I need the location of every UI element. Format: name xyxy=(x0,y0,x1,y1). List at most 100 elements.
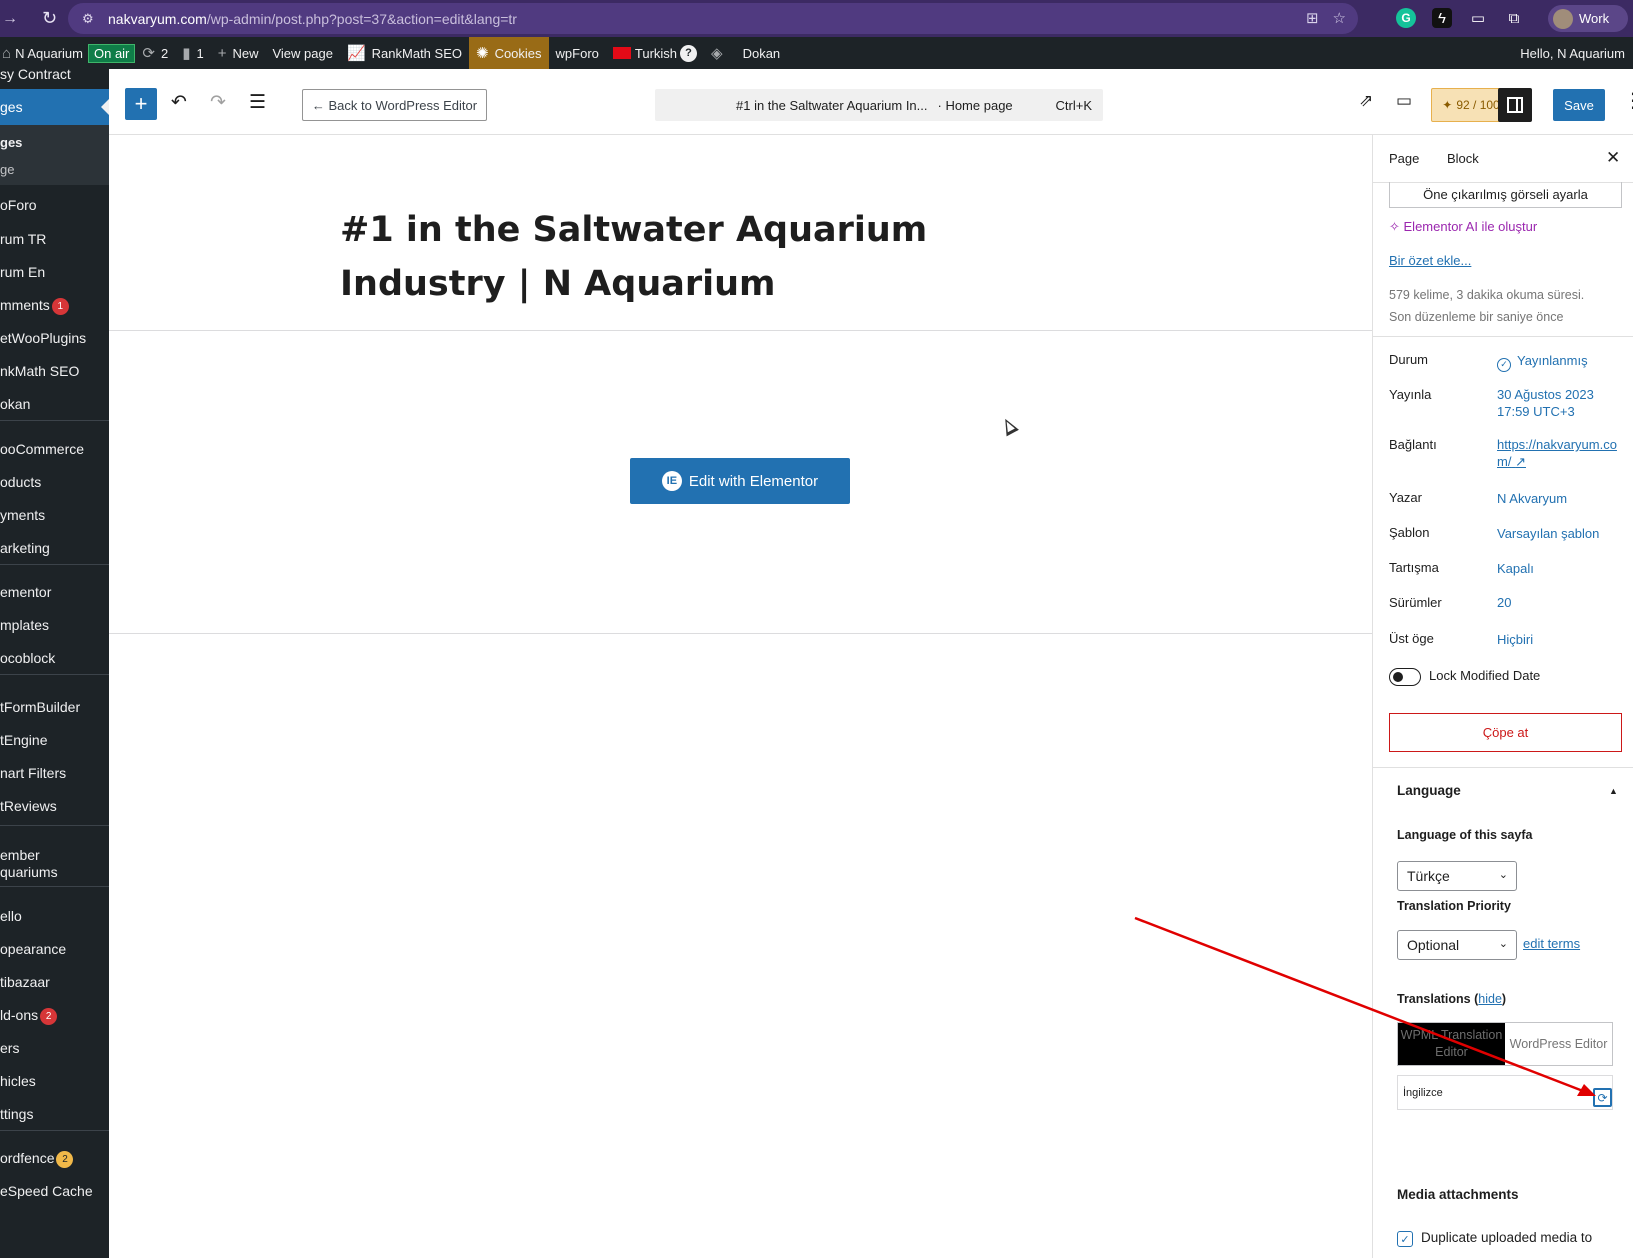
diamond-link[interactable]: ◈ xyxy=(704,37,736,69)
sidebar-sub-add-page[interactable]: ge xyxy=(0,162,109,177)
settings-toggle-button[interactable] xyxy=(1498,88,1532,122)
sidebar-item-payments[interactable]: yments xyxy=(0,507,109,523)
redo-icon[interactable]: ↷ xyxy=(210,91,226,114)
address-bar[interactable]: ⚙ nakvaryum.com/wp-admin/post.php?post=3… xyxy=(68,3,1358,34)
sidebar-item-woocommerce[interactable]: ooCommerce xyxy=(0,441,109,457)
sidebar-item-jetengine[interactable]: tEngine xyxy=(0,732,109,748)
external-link-icon[interactable]: ⇗ xyxy=(1359,91,1373,111)
revisions-value-button[interactable]: 20 xyxy=(1497,594,1511,611)
sidebar-item-jetreviews[interactable]: tReviews xyxy=(0,798,109,814)
sidebar-item-litespeed[interactable]: eSpeed Cache xyxy=(0,1183,109,1199)
document-bar[interactable]: #1 in the Saltwater Aquarium In... · Hom… xyxy=(655,89,1103,121)
tab-block[interactable]: Block xyxy=(1447,151,1479,166)
updates-link[interactable]: ⟳ 2 xyxy=(135,37,175,69)
sidebar-item-appearance[interactable]: opearance xyxy=(0,941,109,957)
block-inserter-button[interactable]: + xyxy=(125,88,157,120)
puzzle-icon[interactable]: ⧉ xyxy=(1504,8,1524,28)
undo-icon[interactable]: ↶ xyxy=(171,91,187,114)
wp-editor-label: WordPress Editor xyxy=(1509,1036,1608,1051)
edit-with-elementor-button[interactable]: IE Edit with Elementor xyxy=(630,458,850,504)
bolt-extension-icon[interactable]: ϟ xyxy=(1432,8,1452,28)
publish-date-button[interactable]: 30 Ağustos 2023 17:59 UTC+3 xyxy=(1497,386,1594,420)
sidebar-item-jetformbuilder[interactable]: tFormBuilder xyxy=(0,699,109,715)
collapse-caret-icon[interactable]: ▲ xyxy=(1609,786,1618,796)
hide-translations-link[interactable]: hide xyxy=(1478,992,1502,1006)
set-featured-image-button[interactable]: Öne çıkarılmış görseli ayarla xyxy=(1389,182,1622,208)
elementor-ai-link[interactable]: ✧ Elementor AI ile oluştur xyxy=(1389,219,1537,235)
edit-translation-icon[interactable]: ⟳ xyxy=(1593,1088,1612,1107)
edit-terms-link[interactable]: edit terms xyxy=(1523,936,1580,951)
cookies-link[interactable]: ✺ Cookies xyxy=(468,37,549,69)
sidebar-item-users[interactable]: ers xyxy=(0,1040,109,1056)
sidebar-item-smart-filters[interactable]: nart Filters xyxy=(0,765,109,781)
view-page-link[interactable]: View page xyxy=(265,37,339,69)
tab-page[interactable]: Page xyxy=(1389,151,1419,166)
site-name-link[interactable]: ⌂ N Aquarium xyxy=(0,37,90,69)
grammarly-icon[interactable]: G xyxy=(1396,8,1416,28)
sidebar-item-crocoblock[interactable]: ocoblock xyxy=(0,650,109,666)
new-content-link[interactable]: + New xyxy=(211,37,266,69)
gamepad-extension-icon[interactable]: ▭ xyxy=(1468,8,1488,28)
permalink-link[interactable]: https://nakvaryum.co m/ ↗ xyxy=(1497,436,1617,470)
sidebar-item-dokan[interactable]: okan xyxy=(0,396,109,412)
profile-button[interactable]: Work xyxy=(1548,5,1628,32)
back-to-wordpress-editor-button[interactable]: ← Back to WordPress Editor xyxy=(302,89,487,121)
sidebar-item-aquariums[interactable]: quariums xyxy=(0,864,109,880)
url-text[interactable]: nakvaryum.com/wp-admin/post.php?post=37&… xyxy=(108,11,517,27)
sidebar-item-comments[interactable]: mments 1 xyxy=(0,297,109,315)
close-icon[interactable]: ✕ xyxy=(1606,148,1620,168)
site-info-icon[interactable]: ⚙ xyxy=(82,11,102,27)
template-value-button[interactable]: Varsayılan şablon xyxy=(1497,525,1599,542)
add-excerpt-link[interactable]: Bir özet ekle... xyxy=(1389,253,1471,268)
sidebar-item-motibazaar[interactable]: tibazaar xyxy=(0,974,109,990)
dokan-link[interactable]: Dokan xyxy=(736,37,788,69)
sidebar-item-marketing[interactable]: arketing xyxy=(0,540,109,556)
sidebar-item-forum-tr[interactable]: rum TR xyxy=(0,231,109,247)
language-switcher[interactable]: Turkish ? xyxy=(606,37,704,69)
on-air-badge: On air xyxy=(87,43,136,63)
sidebar-item-templates[interactable]: mplates xyxy=(0,617,109,633)
reload-icon[interactable]: ↻ xyxy=(42,8,62,29)
sidebar-item-member[interactable]: ember xyxy=(0,847,109,863)
sidebar-item-jetwooplugins[interactable]: etWooPlugins xyxy=(0,330,109,346)
wordpress-editor-option[interactable]: WordPress Editor xyxy=(1505,1023,1612,1065)
sidebar-item-elementor[interactable]: ementor xyxy=(0,584,109,600)
sidebar-item-pages[interactable]: ges xyxy=(0,89,109,125)
sidebar-item-addons[interactable]: ld-ons 2 xyxy=(0,1007,109,1025)
sidebar-item-contract[interactable]: sy Contract xyxy=(0,69,109,82)
language-panel-heading[interactable]: Language xyxy=(1397,783,1461,798)
author-value-button[interactable]: N Akvaryum xyxy=(1497,490,1567,507)
sidebar-item-wpforo[interactable]: oForo xyxy=(0,197,109,213)
lock-modified-toggle[interactable] xyxy=(1389,668,1421,686)
document-overview-icon[interactable]: ☰ xyxy=(249,91,266,114)
sidebar-item-wordfence[interactable]: ordfence 2 xyxy=(0,1150,109,1168)
diamond-icon: ◈ xyxy=(711,45,723,62)
preview-device-icon[interactable]: ▭ xyxy=(1396,91,1412,111)
duplicate-media-checkbox[interactable]: ✓ xyxy=(1397,1231,1413,1247)
translate-icon[interactable]: ⊞ xyxy=(1306,9,1319,27)
post-title[interactable]: #1 in the Saltwater Aquarium Industry | … xyxy=(340,203,1100,311)
sidebar-sub-all-pages[interactable]: ges xyxy=(0,135,109,150)
sidebar-item-rankmath[interactable]: nkMath SEO xyxy=(0,363,109,379)
rankmath-link[interactable]: 📈 RankMath SEO xyxy=(340,37,469,69)
parent-value-button[interactable]: Hiçbiri xyxy=(1497,631,1533,648)
sidebar-icon xyxy=(1507,97,1523,113)
more-options-icon[interactable]: ⋮ xyxy=(1623,88,1633,113)
comments-link[interactable]: ▮ 1 xyxy=(175,37,211,69)
sidebar-item-forum-en[interactable]: rum En xyxy=(0,264,109,280)
sidebar-item-vehicles[interactable]: hicles xyxy=(0,1073,109,1089)
discussion-value-button[interactable]: Kapalı xyxy=(1497,560,1534,577)
forward-icon[interactable]: → xyxy=(2,10,20,28)
sidebar-item-settings[interactable]: ttings xyxy=(0,1106,109,1122)
status-value-button[interactable]: ✓ Yayınlanmış xyxy=(1497,352,1588,372)
sidebar-item-products[interactable]: oducts xyxy=(0,474,109,490)
save-button[interactable]: Save xyxy=(1553,89,1605,121)
language-select[interactable]: Türkçe ⌄ xyxy=(1397,861,1517,891)
priority-select[interactable]: Optional ⌄ xyxy=(1397,930,1517,960)
account-menu[interactable]: Hello, N Aquarium xyxy=(1520,37,1625,69)
wpml-translation-editor-option[interactable]: WPML Translation Editor xyxy=(1398,1023,1505,1065)
bookmark-star-icon[interactable]: ☆ xyxy=(1333,9,1346,27)
sidebar-item-hello[interactable]: ello xyxy=(0,908,109,924)
wpforo-link[interactable]: wpForo xyxy=(549,37,606,69)
move-to-trash-button[interactable]: Çöpe at xyxy=(1389,713,1622,752)
